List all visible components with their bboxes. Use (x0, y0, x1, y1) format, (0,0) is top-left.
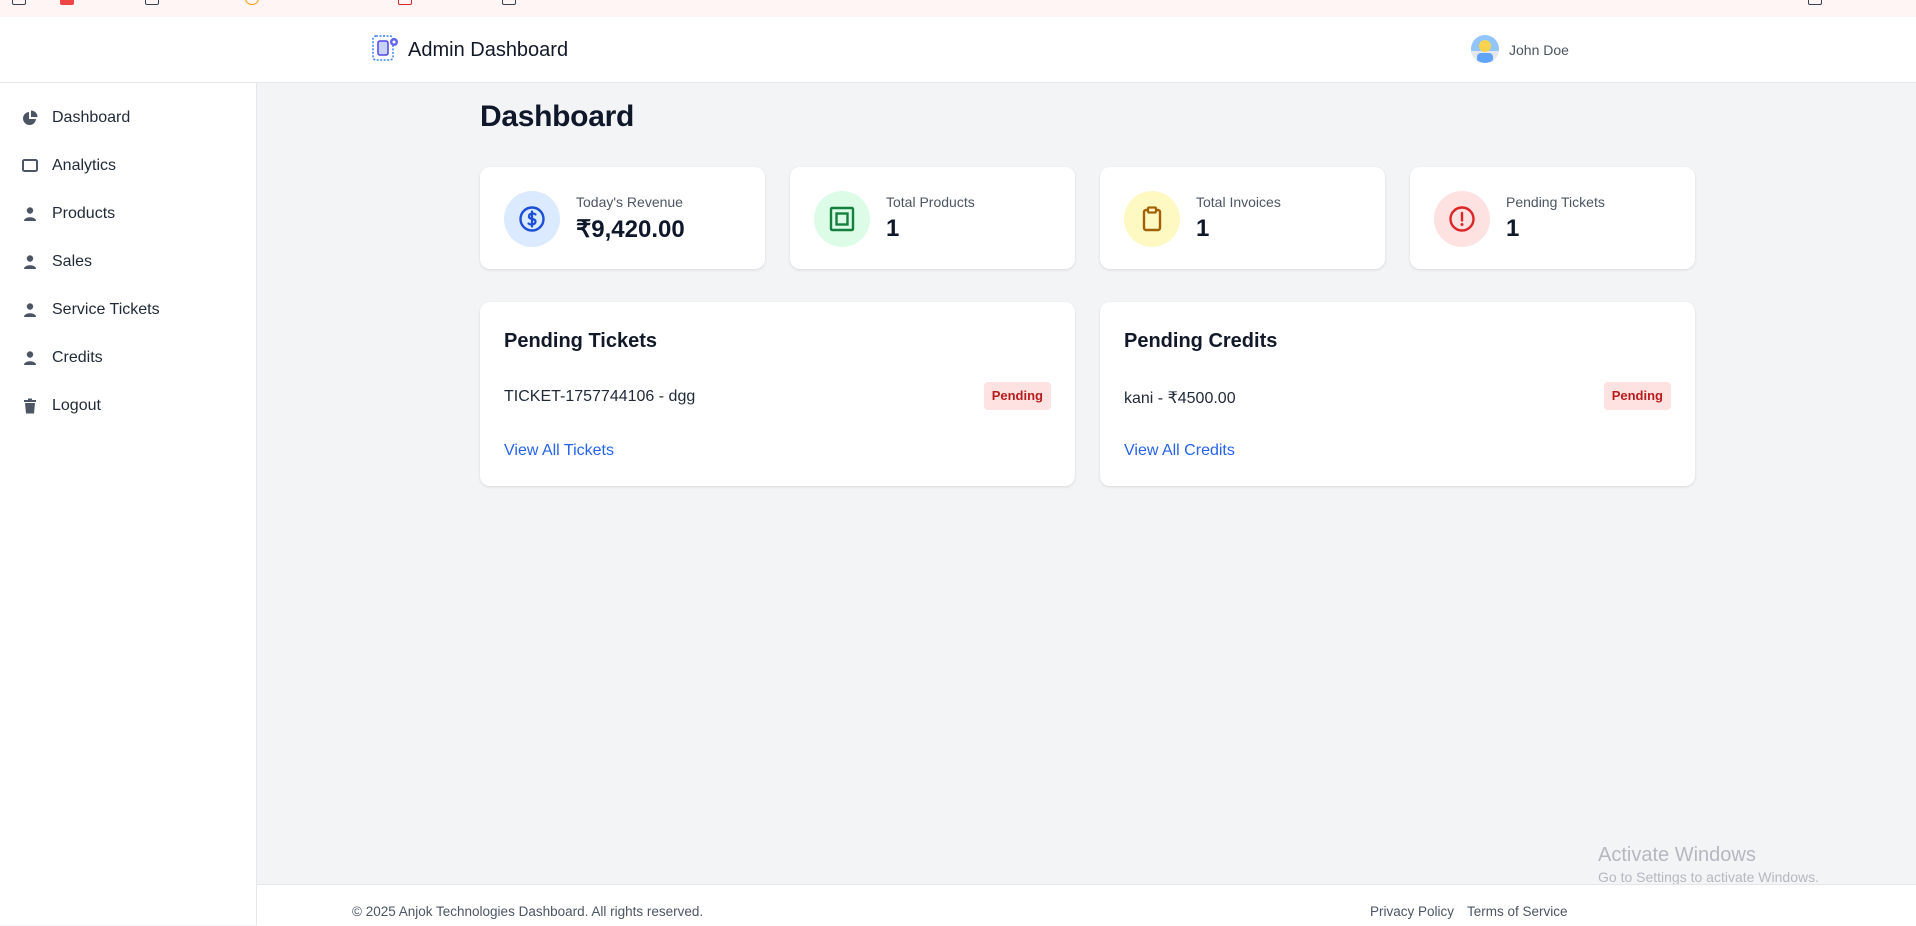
bookmark-folder-icon[interactable] (502, 0, 524, 7)
credit-item-text: kani - ₹4500.00 (1124, 390, 1236, 407)
box-icon (829, 206, 855, 232)
stat-label: Total Invoices (1196, 194, 1281, 210)
page-title: Dashboard (480, 100, 634, 133)
stat-label: Total Products (886, 194, 975, 210)
user-avatar-icon (1471, 35, 1499, 63)
bookmarks-bar (0, 0, 1916, 18)
stat-label: Pending Tickets (1506, 194, 1605, 210)
pending-credits-panel: Pending Credits kani - ₹4500.00 Pending … (1100, 302, 1695, 486)
ticket-item-text: TICKET-1757744106 - dgg (504, 388, 696, 405)
top-header: Admin Dashboard John Doe (0, 17, 1916, 83)
sidebar-item-label: Dashboard (52, 109, 131, 126)
bookmark-icon[interactable] (398, 0, 420, 7)
sidebar-item-logout[interactable]: Logout (0, 386, 256, 426)
clipboard-icon (1142, 206, 1162, 232)
stat-icon-circle (1434, 191, 1490, 247)
stat-value: 1 (1506, 215, 1520, 242)
user-icon (24, 255, 36, 269)
sidebar-item-products[interactable]: Products (0, 194, 256, 234)
windows-watermark-subtitle: Go to Settings to activate Windows. (1598, 869, 1819, 885)
panel-title: Pending Credits (1124, 330, 1278, 352)
terms-of-service-link[interactable]: Terms of Service (1467, 904, 1568, 919)
sidebar-item-label: Products (52, 205, 116, 222)
stat-value: ₹9,420.00 (576, 216, 685, 243)
sidebar-item-sales[interactable]: Sales (0, 242, 256, 282)
sidebar-item-label: Logout (52, 397, 101, 414)
stat-value: 1 (886, 215, 900, 242)
monitor-icon (22, 159, 38, 172)
trash-icon (24, 398, 36, 414)
list-item[interactable]: kani - ₹4500.00 Pending (1124, 382, 1671, 410)
app-title: Admin Dashboard (408, 39, 569, 61)
pie-chart-icon (23, 110, 38, 125)
all-bookmarks-folder-icon[interactable] (1808, 0, 1830, 7)
status-badge: Pending (1603, 382, 1671, 410)
avatar[interactable] (1471, 35, 1499, 63)
footer: © 2025 Anjok Technologies Dashboard. All… (257, 884, 1916, 926)
windows-watermark-title: Activate Windows (1598, 844, 1756, 866)
sidebar: Dashboard Analytics Products Sales Servi… (0, 83, 257, 925)
sidebar-item-dashboard[interactable]: Dashboard (0, 98, 256, 138)
bookmark-icon[interactable] (245, 0, 267, 7)
stat-icon-circle (814, 191, 870, 247)
copyright-text: © 2025 Anjok Technologies Dashboard. All… (352, 904, 704, 919)
app-logo-icon (372, 35, 398, 61)
stat-card-products: Total Products 1 (790, 167, 1075, 269)
alert-circle-icon (1449, 206, 1475, 232)
bookmark-folder-icon[interactable] (145, 0, 167, 7)
view-all-tickets-link[interactable]: View All Tickets (504, 442, 614, 460)
dollar-circle-icon (519, 206, 545, 232)
stat-icon-circle (1124, 191, 1180, 247)
sidebar-item-analytics[interactable]: Analytics (0, 146, 256, 186)
user-icon (24, 351, 36, 365)
sidebar-item-label: Credits (52, 349, 103, 366)
pending-tickets-panel: Pending Tickets TICKET-1757744106 - dgg … (480, 302, 1075, 486)
stat-card-invoices: Total Invoices 1 (1100, 167, 1385, 269)
user-icon (24, 207, 36, 221)
stat-value: 1 (1196, 215, 1210, 242)
sidebar-item-label: Analytics (52, 157, 117, 174)
sidebar-item-credits[interactable]: Credits (0, 338, 256, 378)
user-name[interactable]: John Doe (1509, 42, 1569, 58)
list-item[interactable]: TICKET-1757744106 - dgg Pending (504, 382, 1051, 410)
view-all-credits-link[interactable]: View All Credits (1124, 442, 1235, 460)
user-icon (24, 303, 36, 317)
stat-card-revenue: Today's Revenue ₹9,420.00 (480, 167, 765, 269)
stat-icon-circle (504, 191, 560, 247)
apps-icon[interactable] (12, 0, 34, 7)
bookmark-youtube-icon[interactable] (60, 0, 82, 7)
panel-title: Pending Tickets (504, 330, 658, 352)
status-badge: Pending (983, 382, 1051, 410)
stat-label: Today's Revenue (576, 194, 683, 210)
privacy-policy-link[interactable]: Privacy Policy (1370, 904, 1454, 919)
sidebar-item-service-tickets[interactable]: Service Tickets (0, 290, 256, 330)
sidebar-item-label: Sales (52, 253, 93, 270)
stat-card-pending-tickets: Pending Tickets 1 (1410, 167, 1695, 269)
sidebar-item-label: Service Tickets (52, 301, 160, 318)
